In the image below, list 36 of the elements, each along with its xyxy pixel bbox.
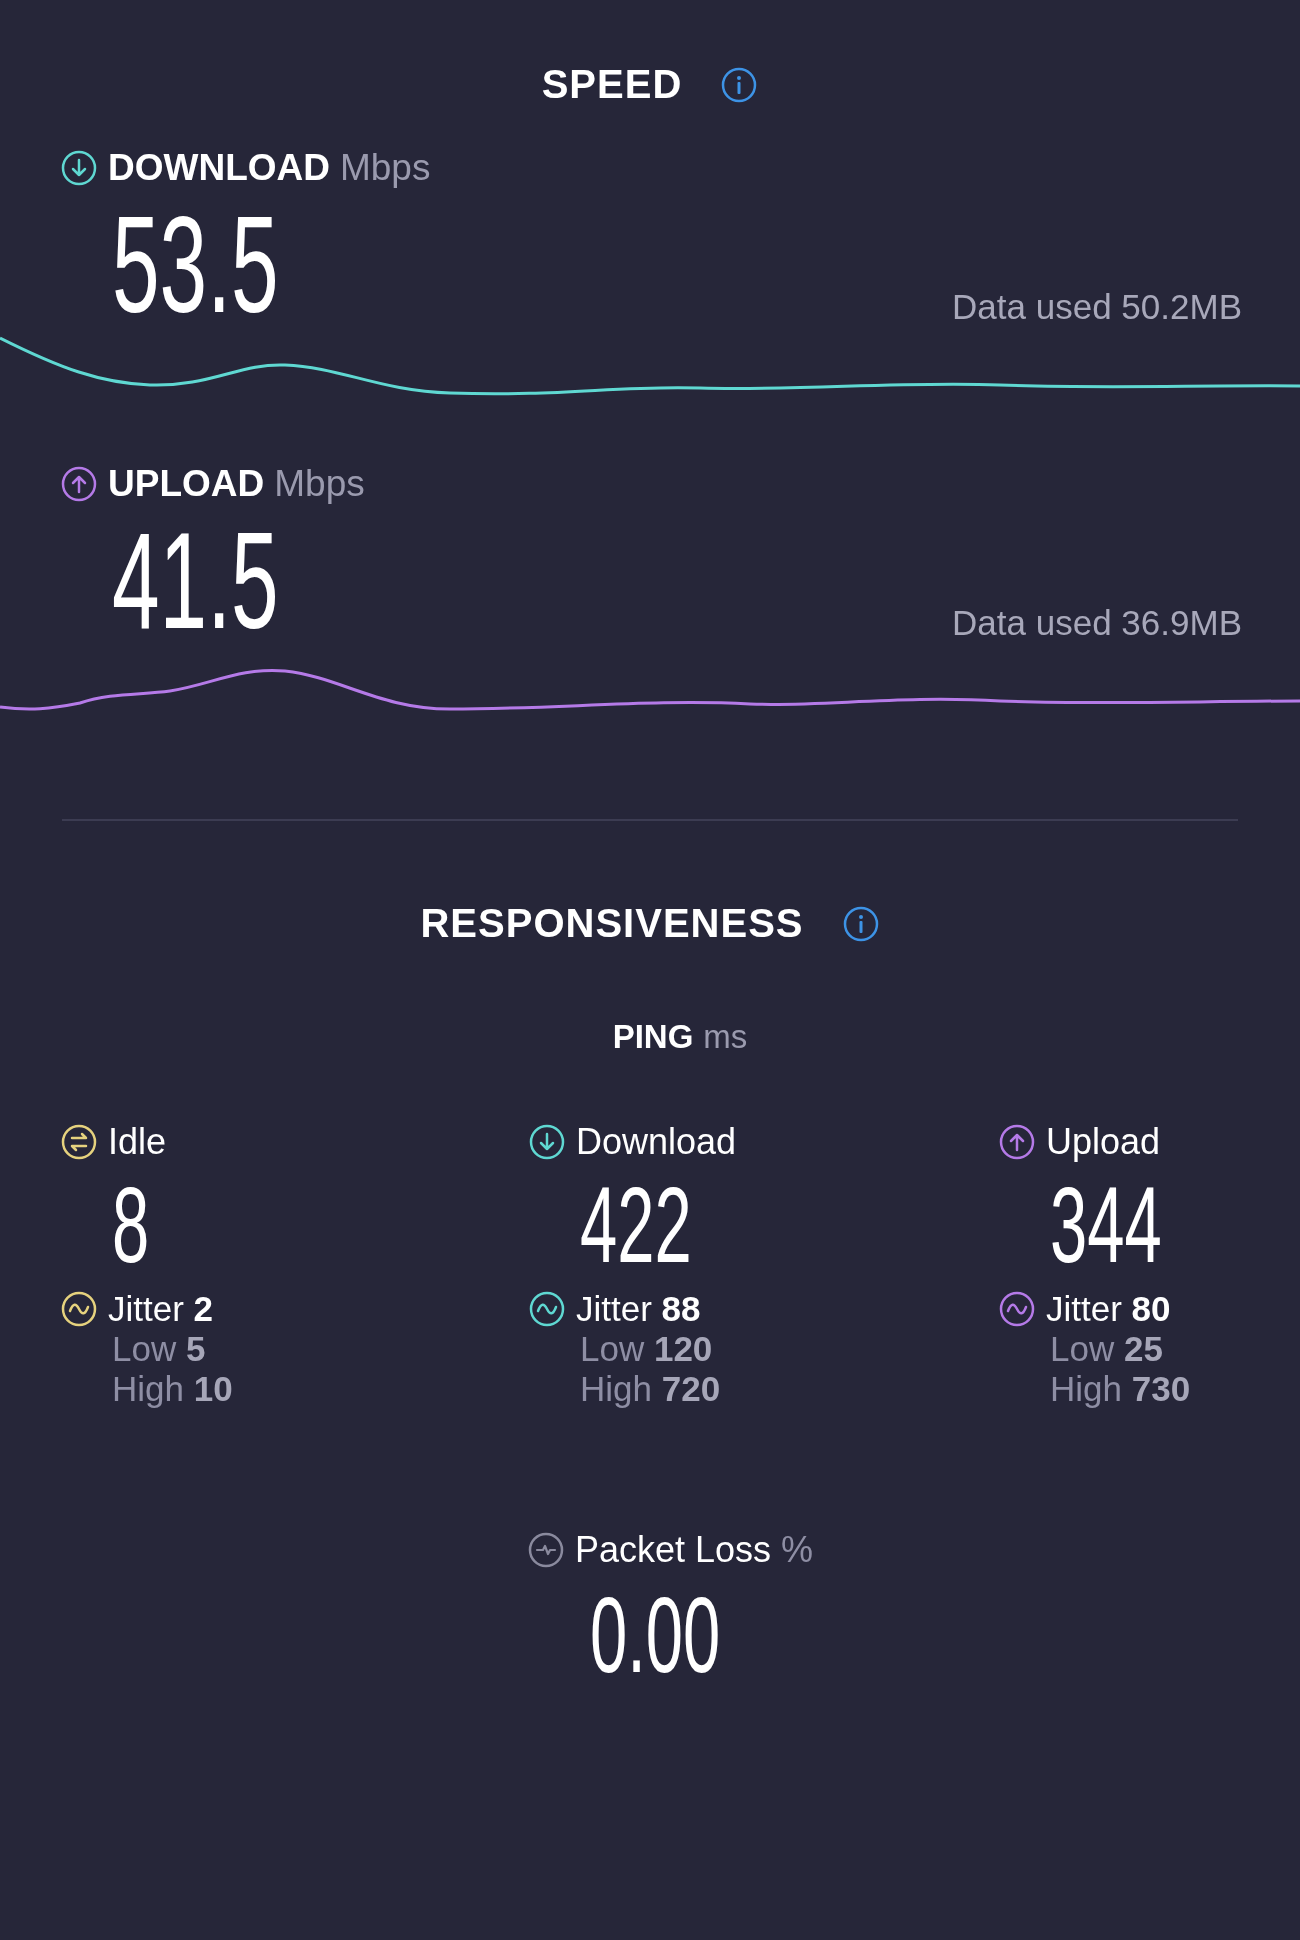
ping-value: 422: [580, 1171, 692, 1279]
packet-loss-value: 0.00: [589, 1581, 721, 1689]
low-text: Low 120: [580, 1329, 713, 1368]
ping-label: PING: [612, 1018, 694, 1056]
jitter-icon: [60, 1290, 98, 1328]
ping-label: Download: [576, 1121, 737, 1163]
data-used-text: Data used 50.2MB: [952, 287, 1242, 327]
speed-label: DOWNLOAD: [108, 147, 330, 189]
unit-label: ms: [703, 1018, 748, 1056]
jitter-text: Jitter 80: [1046, 1289, 1171, 1329]
ping-value: 8: [112, 1171, 150, 1279]
jitter-icon: [998, 1290, 1036, 1328]
info-icon[interactable]: [841, 904, 880, 943]
info-icon[interactable]: [720, 65, 759, 104]
data-used-text: Data used 36.9MB: [952, 603, 1242, 643]
low-text: Low 25: [1050, 1329, 1163, 1368]
ping-value: 344: [1050, 1171, 1162, 1279]
ping-label: Upload: [1046, 1121, 1161, 1163]
high-text: High 10: [112, 1369, 233, 1408]
high-text: High 720: [580, 1369, 721, 1408]
packet-loss-label: Packet Loss: [574, 1529, 772, 1571]
packet-loss-icon: [526, 1531, 565, 1569]
high-text: High 730: [1050, 1369, 1191, 1408]
low-text: Low 5: [112, 1329, 206, 1368]
jitter-icon: [528, 1290, 566, 1328]
unit-label: Mbps: [339, 147, 431, 189]
speed-label: UPLOAD: [108, 463, 265, 505]
jitter-text: Jitter 2: [108, 1289, 214, 1329]
unit-label: %: [781, 1529, 814, 1571]
unit-label: Mbps: [274, 463, 365, 505]
ping-label: Idle: [108, 1121, 167, 1163]
speed-value: 41.5: [112, 511, 279, 649]
jitter-text: Jitter 88: [576, 1289, 701, 1329]
section-title: RESPONSIVENESS: [420, 901, 804, 946]
section-title: SPEED: [541, 62, 683, 107]
speed-value: 53.5: [112, 195, 279, 333]
